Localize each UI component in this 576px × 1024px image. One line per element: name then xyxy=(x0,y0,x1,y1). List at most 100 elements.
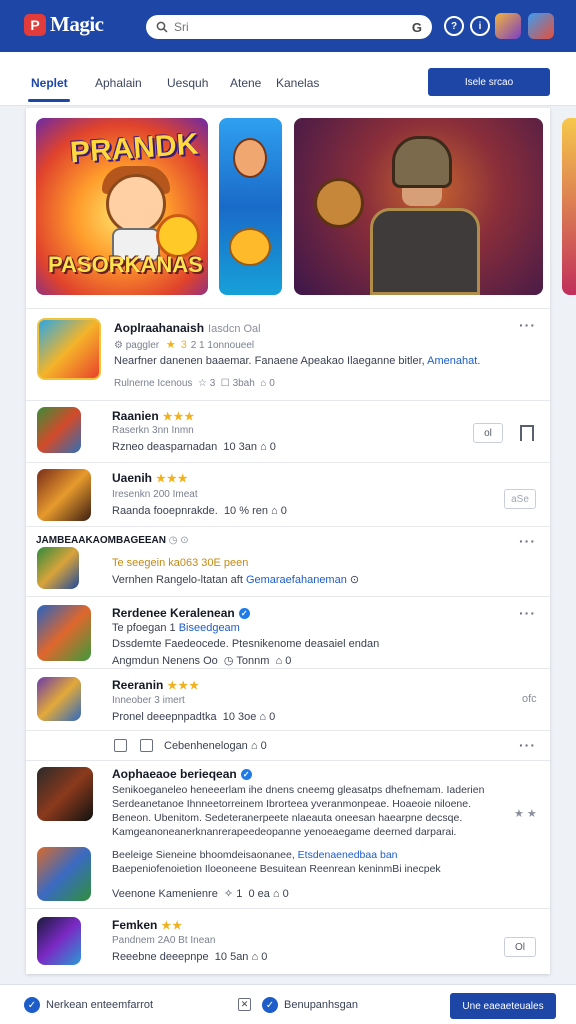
checkbox[interactable] xyxy=(114,739,127,752)
row-meta: Te seegein ka063 30E peen xyxy=(112,557,249,569)
primary-action-button[interactable]: Isele srcao xyxy=(428,68,550,96)
lens-icon[interactable]: G xyxy=(412,20,422,35)
verified-icon: ✓ xyxy=(240,769,252,781)
app-thumbnail xyxy=(37,407,81,453)
row-description-line: Senikoeganeleo heneeerlam ihe dnens cnee… xyxy=(112,784,485,796)
row-title: Rerdenee Keralenean ✓ xyxy=(112,606,250,620)
knight-helmet xyxy=(392,136,452,188)
row-link[interactable]: Etsdenaenedbaa ban xyxy=(298,849,398,861)
avatar[interactable] xyxy=(528,13,554,39)
more-options-icon[interactable]: ··· xyxy=(519,533,536,549)
search-bar[interactable]: G xyxy=(146,15,432,39)
row-meta: Te pfoegan 1 Biseedgeam xyxy=(112,622,240,634)
featured-link[interactable]: Amenahat. xyxy=(427,355,480,367)
banner-featured-1[interactable]: PRANDK PASORKANAS xyxy=(36,118,208,295)
banner-featured-3[interactable] xyxy=(294,118,543,295)
list-item[interactable]: Reeranin ★★★ Inneober 3 imert Pronel deee… xyxy=(26,668,550,730)
banner-title: PRANDK xyxy=(68,127,200,170)
logo-mark: P xyxy=(24,13,46,36)
row-link[interactable]: Biseedgeam xyxy=(179,622,240,634)
row-title: Femken ★★ xyxy=(112,918,184,932)
row-action-button[interactable]: Ol xyxy=(504,937,536,957)
toolbar-row: Cebenhenelogan ⌂ 0 ··· xyxy=(26,730,550,760)
search-icon xyxy=(156,21,168,33)
row-meta: Iresenkn 200 Imeat xyxy=(112,489,198,500)
row-title: Aophaeaoe berieqean ✓ xyxy=(112,767,252,781)
list-item[interactable]: JAMBEAAKAOMBAGEEAN ◷ ⊙ ··· Te seegein ka… xyxy=(26,526,550,596)
knight-illustration xyxy=(370,208,480,295)
app-thumbnail xyxy=(37,767,93,821)
toolbar-label: Cebenhenelogan ⌂ 0 xyxy=(164,740,267,752)
row-title: Reeranin ★★★ xyxy=(112,678,200,692)
tab-uesquh[interactable]: Uesquh xyxy=(167,76,208,90)
row-description: Rzneo deasparnadan 10 3an ⌂ 0 xyxy=(112,441,276,453)
tab-atene[interactable]: Atene xyxy=(230,76,261,90)
more-options-icon[interactable]: ··· xyxy=(519,737,536,753)
app-thumbnail xyxy=(37,469,91,521)
app-thumbnail xyxy=(37,677,81,721)
info-icon[interactable]: i xyxy=(470,16,490,36)
footer-middle-label[interactable]: Benupanhsgan xyxy=(284,999,358,1011)
row-title: Raanien ★★★ xyxy=(112,409,196,423)
hero-illustration xyxy=(233,138,267,178)
banner-featured-2[interactable] xyxy=(219,118,282,295)
banner-featured-4[interactable] xyxy=(562,118,576,295)
tab-aphalain[interactable]: Aphalain xyxy=(95,76,142,90)
more-options-icon[interactable]: ··· xyxy=(519,605,536,621)
bookmark-icon[interactable] xyxy=(520,425,534,441)
footer-action-button[interactable]: Une eaeaeteuales xyxy=(450,993,556,1019)
list-item[interactable]: Aophaeaoe berieqean ✓ Senikoeganeleo hene… xyxy=(26,760,550,908)
featured-title: Aoplraahanaish Iasdcn Oal xyxy=(114,321,261,335)
list-item[interactable]: Uaenih ★★★ Iresenkn 200 Imeat Raanda fooe… xyxy=(26,462,550,526)
footer-left-label[interactable]: Nerkean enteemfarrot xyxy=(46,999,153,1011)
tab-bar: Neplet Aphalain Uesquh Atene Kanelas Ise… xyxy=(0,52,576,106)
row-description: Pronel deeepnpadtka 10 3oe ⌂ 0 xyxy=(112,711,276,723)
list-item[interactable]: Raanien ★★★ Raserkn 3nn Inmn Rzneo deaspa… xyxy=(26,400,550,462)
avatar[interactable] xyxy=(495,13,521,39)
check-icon[interactable]: ✓ xyxy=(24,997,40,1013)
row-description: Raanda fooepnrakde. 10 % ren ⌂ 0 xyxy=(112,505,287,517)
row-description-line: Baepeniofenoietion Iloeoneene Besuitean … xyxy=(112,863,441,875)
row-meta: Pandnem 2A0 Bt Inean xyxy=(112,935,216,946)
app-logo[interactable]: P Magic xyxy=(24,12,104,37)
row-description-line: Kamgeanoneanerknanrerapeedeopanne yenoea… xyxy=(112,826,457,838)
featured-stats: Rulnerne Icenous ☆ 3 ☐ 3bah ⌂ 0 xyxy=(114,378,275,389)
row-stats: Angmdun Nenens Oo ◷ Tonnm ⌂ 0 xyxy=(112,655,292,667)
close-icon[interactable]: ✕ xyxy=(238,998,251,1011)
search-input[interactable] xyxy=(174,20,412,34)
app-bar: P Magic G ? i xyxy=(0,0,576,52)
tab-kanelas[interactable]: Kanelas xyxy=(276,76,319,90)
row-title: JAMBEAAKAOMBAGEEAN ◷ ⊙ xyxy=(36,535,189,546)
row-stats: Veenone Kamenienre ✧ 1 0 ea ⌂ 0 xyxy=(112,888,289,900)
app-thumbnail xyxy=(37,605,91,661)
help-icon[interactable]: ? xyxy=(444,16,464,36)
tab-neplet[interactable]: Neplet xyxy=(31,76,68,90)
hero-face xyxy=(106,174,166,234)
more-options-icon[interactable]: ··· xyxy=(519,317,536,333)
calendar-icon[interactable] xyxy=(140,739,153,752)
row-description-line: Serdeanetanoe Ihnneetorreinem Ibrorteea … xyxy=(112,798,471,810)
row-action-button[interactable]: ofc xyxy=(522,693,537,705)
row-description: Vernhen Rangelo-ltatan aft Gemaraefahane… xyxy=(112,574,360,586)
row-link[interactable]: Gemaraefahaneman xyxy=(246,574,347,586)
row-description: Dssdemte Faedeocede. Ptesnikenome deasai… xyxy=(112,638,380,650)
featured-description: Nearfner danenen baaemar. Fanaene Apeaka… xyxy=(114,355,481,367)
list-item[interactable]: Rerdenee Keralenean ✓ Te pfoegan 1 Biseed… xyxy=(26,596,550,668)
row-meta: Inneober 3 imert xyxy=(112,695,185,706)
active-tab-indicator xyxy=(28,99,70,102)
banner-subtitle: PASORKANAS xyxy=(48,252,203,277)
row-title: Uaenih ★★★ xyxy=(112,471,189,485)
featured-row[interactable]: Aoplraahanaish Iasdcn Oal ··· ⚙ paggler ★… xyxy=(26,308,550,400)
creature-illustration xyxy=(314,178,364,228)
loot-illustration xyxy=(229,228,271,266)
featured-subtitle: Iasdcn Oal xyxy=(208,323,261,335)
featured-meta: ⚙ paggler ★ 3 2 1 1onnoueel xyxy=(114,339,255,351)
list-item[interactable]: Femken ★★ Pandnem 2A0 Bt Inean Reeebne de… xyxy=(26,908,550,974)
row-action-button[interactable]: ol xyxy=(473,423,503,443)
bottom-bar: ✓ Nerkean enteemfarrot ✕ ✓ Benupanhsgan … xyxy=(0,984,576,1024)
row-description-line: Beneon. Ubenitom. Sedeteranerpeete nlaea… xyxy=(112,812,463,824)
row-meta: Raserkn 3nn Inmn xyxy=(112,425,194,436)
app-thumbnail xyxy=(37,847,91,901)
row-action-button[interactable]: aSe xyxy=(504,489,536,509)
check-icon[interactable]: ✓ xyxy=(262,997,278,1013)
